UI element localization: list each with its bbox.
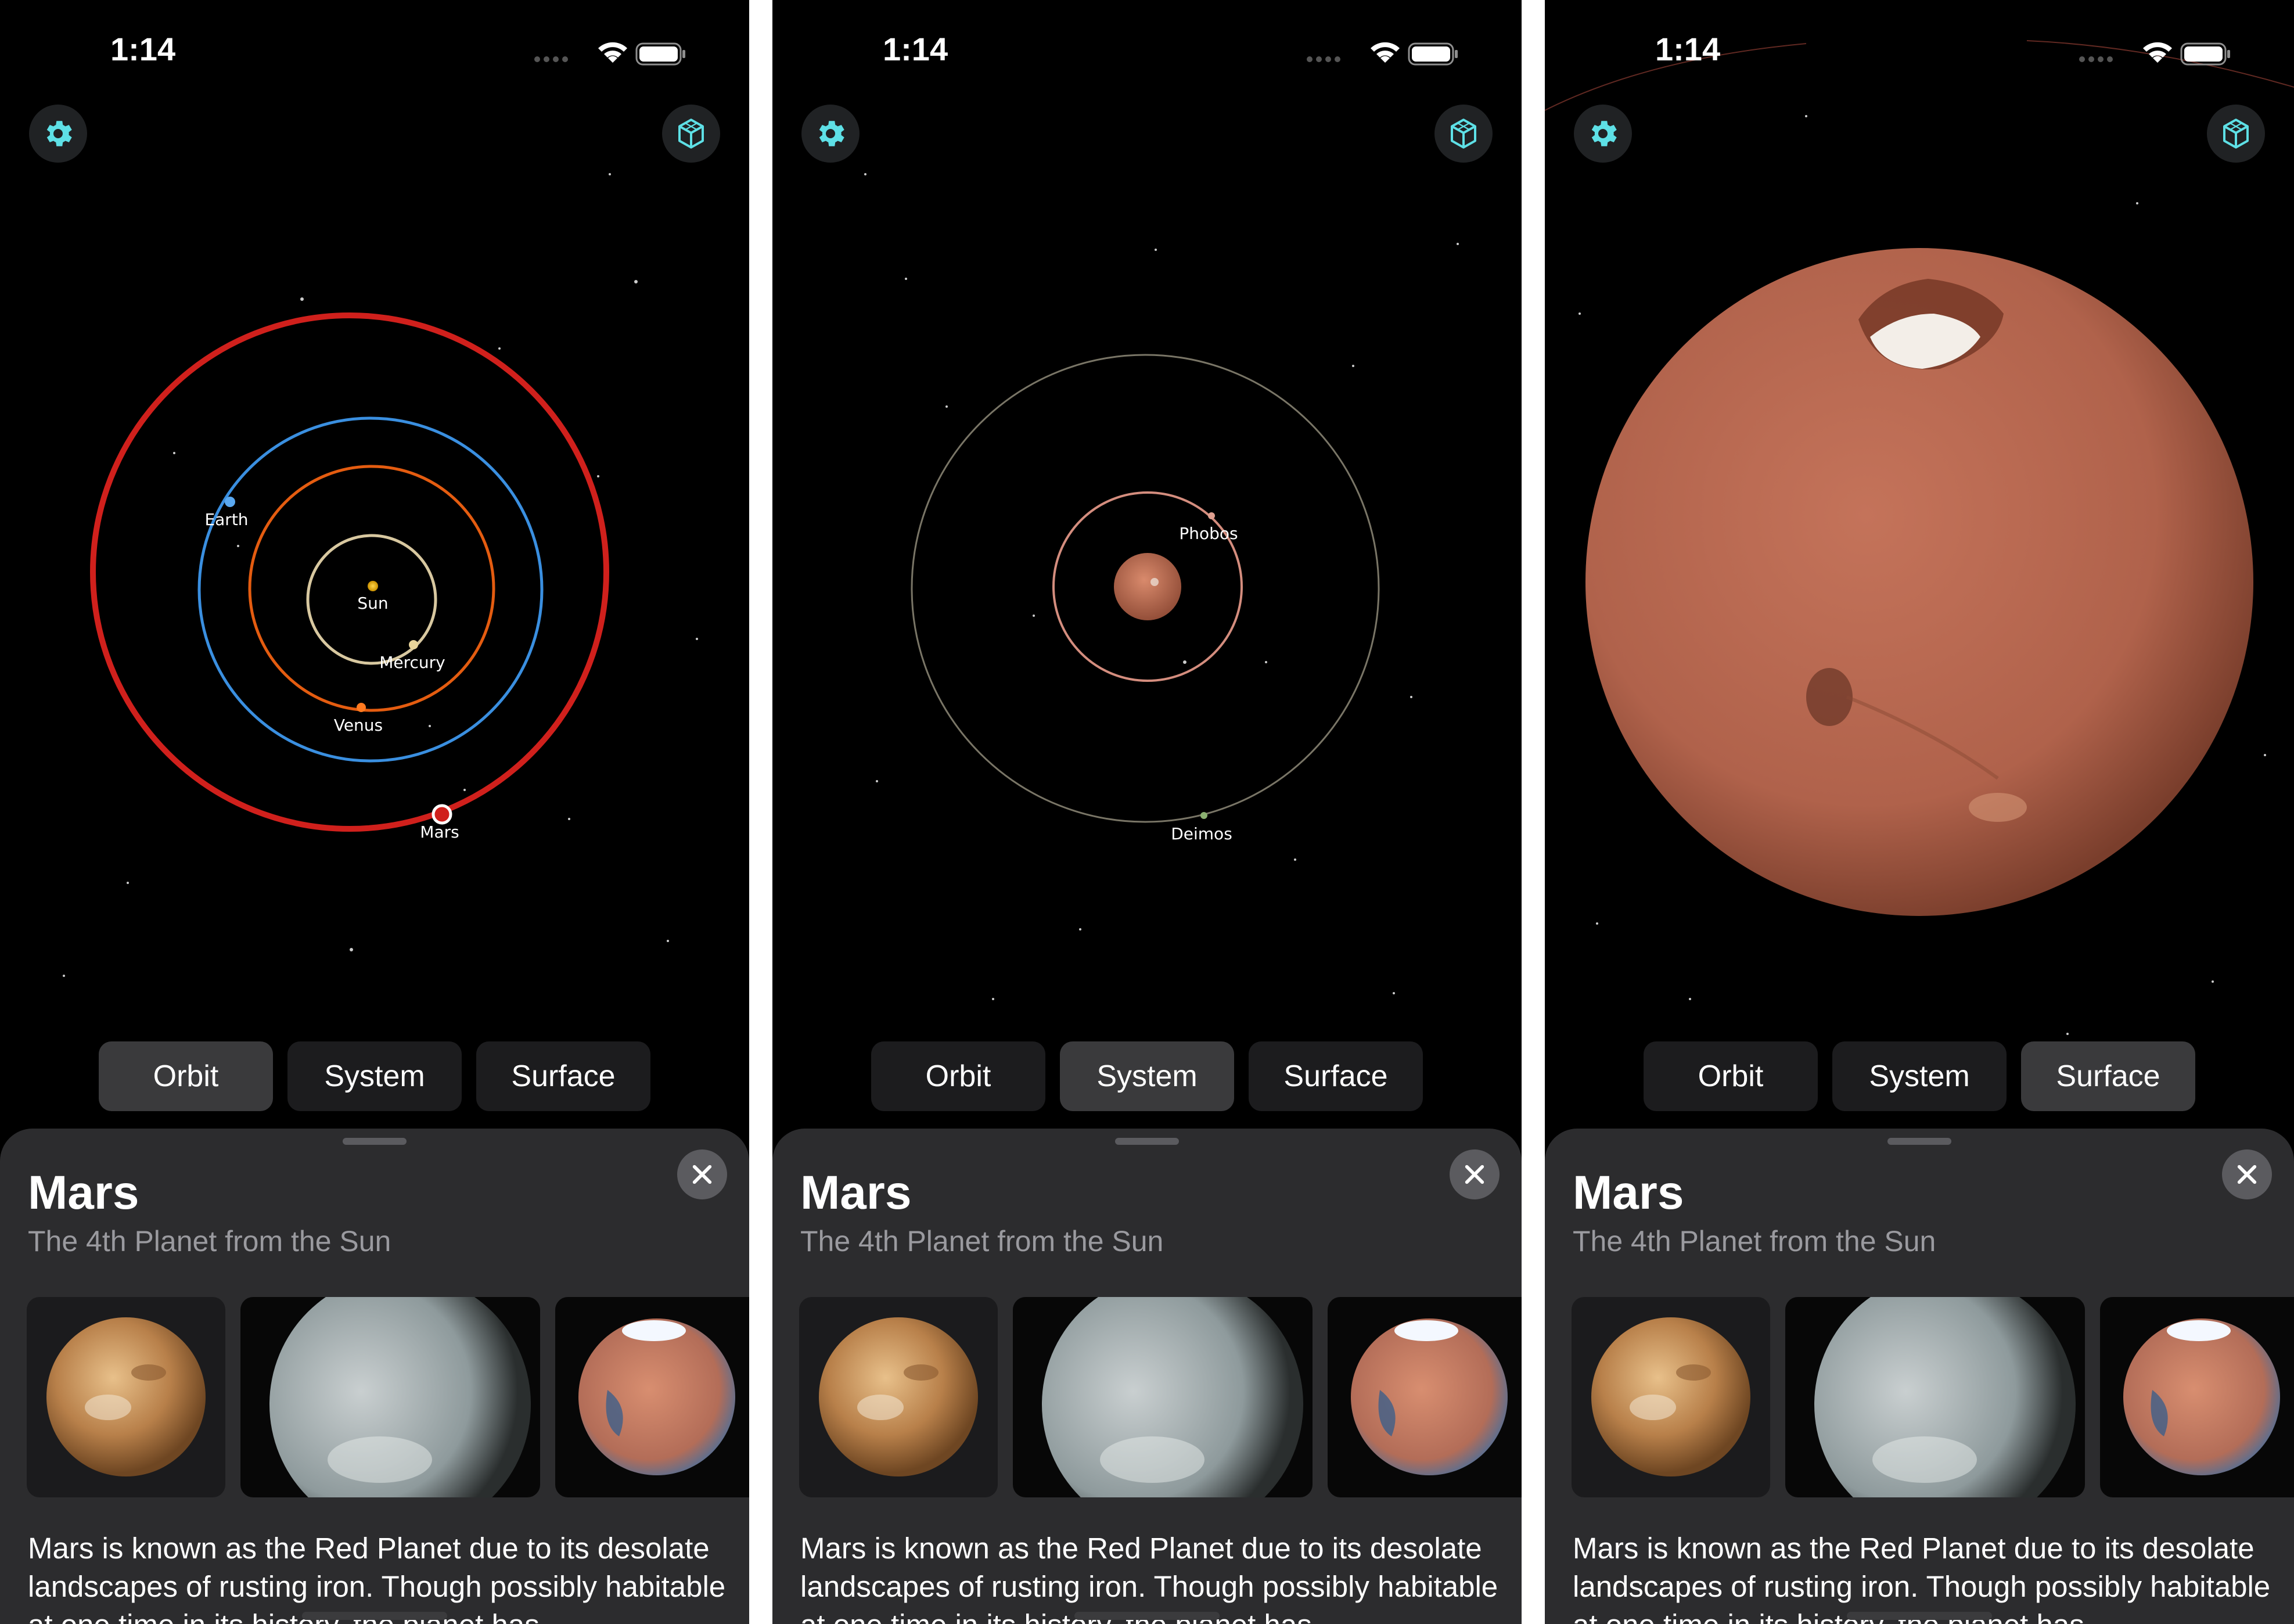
wifi-icon <box>598 42 627 63</box>
info-sheet: Mars The 4th Planet from the Sun Mars is… <box>0 1129 749 1624</box>
venus-label: Venus <box>334 716 383 735</box>
planet-title: Mars <box>28 1166 139 1219</box>
segment-orbit[interactable]: Orbit <box>1644 1041 1818 1111</box>
surface-scene[interactable] <box>1545 0 2294 1127</box>
settings-button[interactable] <box>29 105 87 163</box>
planet-description: Mars is known as the Red Planet due to i… <box>1573 1532 2271 1624</box>
mercury-marker[interactable] <box>409 640 418 649</box>
venus-marker[interactable] <box>357 703 366 712</box>
signal-icon <box>534 56 568 62</box>
segment-surface[interactable]: Surface <box>1249 1041 1423 1111</box>
info-sheet: Mars The 4th Planet from the Sun Mars is… <box>1545 1129 2294 1624</box>
battery-icon <box>2180 42 2230 66</box>
signal-icon <box>2079 56 2113 62</box>
close-button[interactable] <box>2222 1149 2272 1199</box>
mars-orbit <box>90 312 609 832</box>
planet-description: Mars is known as the Red Planet due to i… <box>28 1532 726 1624</box>
planet-subtitle: The 4th Planet from the Sun <box>28 1225 391 1257</box>
earth-marker[interactable] <box>225 497 235 507</box>
close-button[interactable] <box>1450 1149 1500 1199</box>
segment-system[interactable]: System <box>287 1041 462 1111</box>
status-icons <box>2076 35 2230 73</box>
gallery-image-3[interactable] <box>1328 1297 1522 1497</box>
segment-system[interactable]: System <box>1060 1041 1234 1111</box>
deimos-label: Deimos <box>1171 824 1232 843</box>
gallery-image-3[interactable] <box>2100 1297 2294 1497</box>
planet-subtitle: The 4th Planet from the Sun <box>800 1225 1164 1257</box>
sun-marker[interactable] <box>368 581 378 591</box>
signal-icon <box>1307 56 1340 62</box>
image-gallery[interactable] <box>799 1297 1522 1497</box>
gallery-image-2[interactable] <box>1013 1297 1313 1497</box>
gallery-image-1[interactable] <box>799 1297 998 1497</box>
segment-surface[interactable]: Surface <box>476 1041 650 1111</box>
phobos-label: Phobos <box>1179 524 1238 543</box>
deimos-marker[interactable] <box>1200 812 1207 819</box>
view-mode-selector: Orbit System Surface <box>99 1041 650 1111</box>
orbit-scene[interactable]: Sun Earth Mercury Venus Mars <box>0 0 749 1127</box>
cube-icon <box>1451 118 1476 149</box>
status-icons <box>531 35 685 73</box>
status-time: 1:14 <box>883 31 948 67</box>
battery-icon <box>635 42 685 66</box>
segment-system[interactable]: System <box>1832 1041 2007 1111</box>
settings-button[interactable] <box>801 105 860 163</box>
wifi-icon <box>2143 42 2172 63</box>
home-indicator <box>1074 1612 1220 1620</box>
gear-icon <box>1591 121 1617 146</box>
view-mode-selector: Orbit System Surface <box>1644 1041 2195 1111</box>
mars-label: Mars <box>420 822 459 842</box>
gear-icon <box>819 121 844 146</box>
view-3d-button[interactable] <box>662 105 720 163</box>
battery-icon <box>1408 42 1458 66</box>
screen-system: Phobos Deimos 1:14 Orbit System Surface … <box>772 0 1522 1624</box>
gallery-image-2[interactable] <box>240 1297 540 1497</box>
mars-marker[interactable] <box>432 804 452 825</box>
segment-orbit[interactable]: Orbit <box>871 1041 1045 1111</box>
phobos-marker[interactable] <box>1208 512 1215 519</box>
wifi-icon <box>1371 42 1400 63</box>
home-indicator <box>1847 1612 1992 1620</box>
status-time: 1:14 <box>1655 31 1721 67</box>
screen-orbit: Sun Earth Mercury Venus Mars 1:14 Orbit … <box>0 0 749 1624</box>
sheet-grabber[interactable] <box>343 1138 407 1145</box>
mercury-label: Mercury <box>379 653 445 672</box>
image-gallery[interactable] <box>27 1297 749 1497</box>
gallery-image-3[interactable] <box>555 1297 749 1497</box>
view-mode-selector: Orbit System Surface <box>871 1041 1423 1111</box>
settings-button[interactable] <box>1574 105 1632 163</box>
planet-title: Mars <box>1573 1166 1684 1219</box>
status-icons <box>1304 35 1458 73</box>
info-sheet: Mars The 4th Planet from the Sun Mars is… <box>772 1129 1522 1624</box>
view-3d-button[interactable] <box>1434 105 1493 163</box>
image-gallery[interactable] <box>1572 1297 2294 1497</box>
close-icon <box>1465 1165 1484 1184</box>
cube-icon <box>2223 118 2249 149</box>
close-icon <box>692 1165 712 1184</box>
planet-title: Mars <box>800 1166 912 1219</box>
system-scene[interactable]: Phobos Deimos <box>772 0 1522 1127</box>
planet-description: Mars is known as the Red Planet due to i… <box>800 1532 1498 1624</box>
gallery-image-1[interactable] <box>27 1297 225 1497</box>
cube-icon <box>678 118 704 149</box>
sun-label: Sun <box>357 594 388 613</box>
view-3d-button[interactable] <box>2207 105 2265 163</box>
gallery-image-2[interactable] <box>1785 1297 2085 1497</box>
planet-subtitle: The 4th Planet from the Sun <box>1573 1225 1936 1257</box>
close-button[interactable] <box>677 1149 727 1199</box>
earth-label: Earth <box>204 510 248 529</box>
gear-icon <box>46 121 72 146</box>
sheet-grabber[interactable] <box>1887 1138 1951 1145</box>
home-indicator <box>302 1612 447 1620</box>
segment-orbit[interactable]: Orbit <box>99 1041 273 1111</box>
close-icon <box>2237 1165 2257 1184</box>
sheet-grabber[interactable] <box>1115 1138 1179 1145</box>
starfield <box>63 173 698 977</box>
mars-globe[interactable] <box>1114 553 1181 620</box>
screen-surface: 1:14 Orbit System Surface Mars The 4th P… <box>1545 0 2294 1624</box>
gallery-image-1[interactable] <box>1572 1297 1770 1497</box>
segment-surface[interactable]: Surface <box>2021 1041 2195 1111</box>
status-time: 1:14 <box>110 31 176 67</box>
